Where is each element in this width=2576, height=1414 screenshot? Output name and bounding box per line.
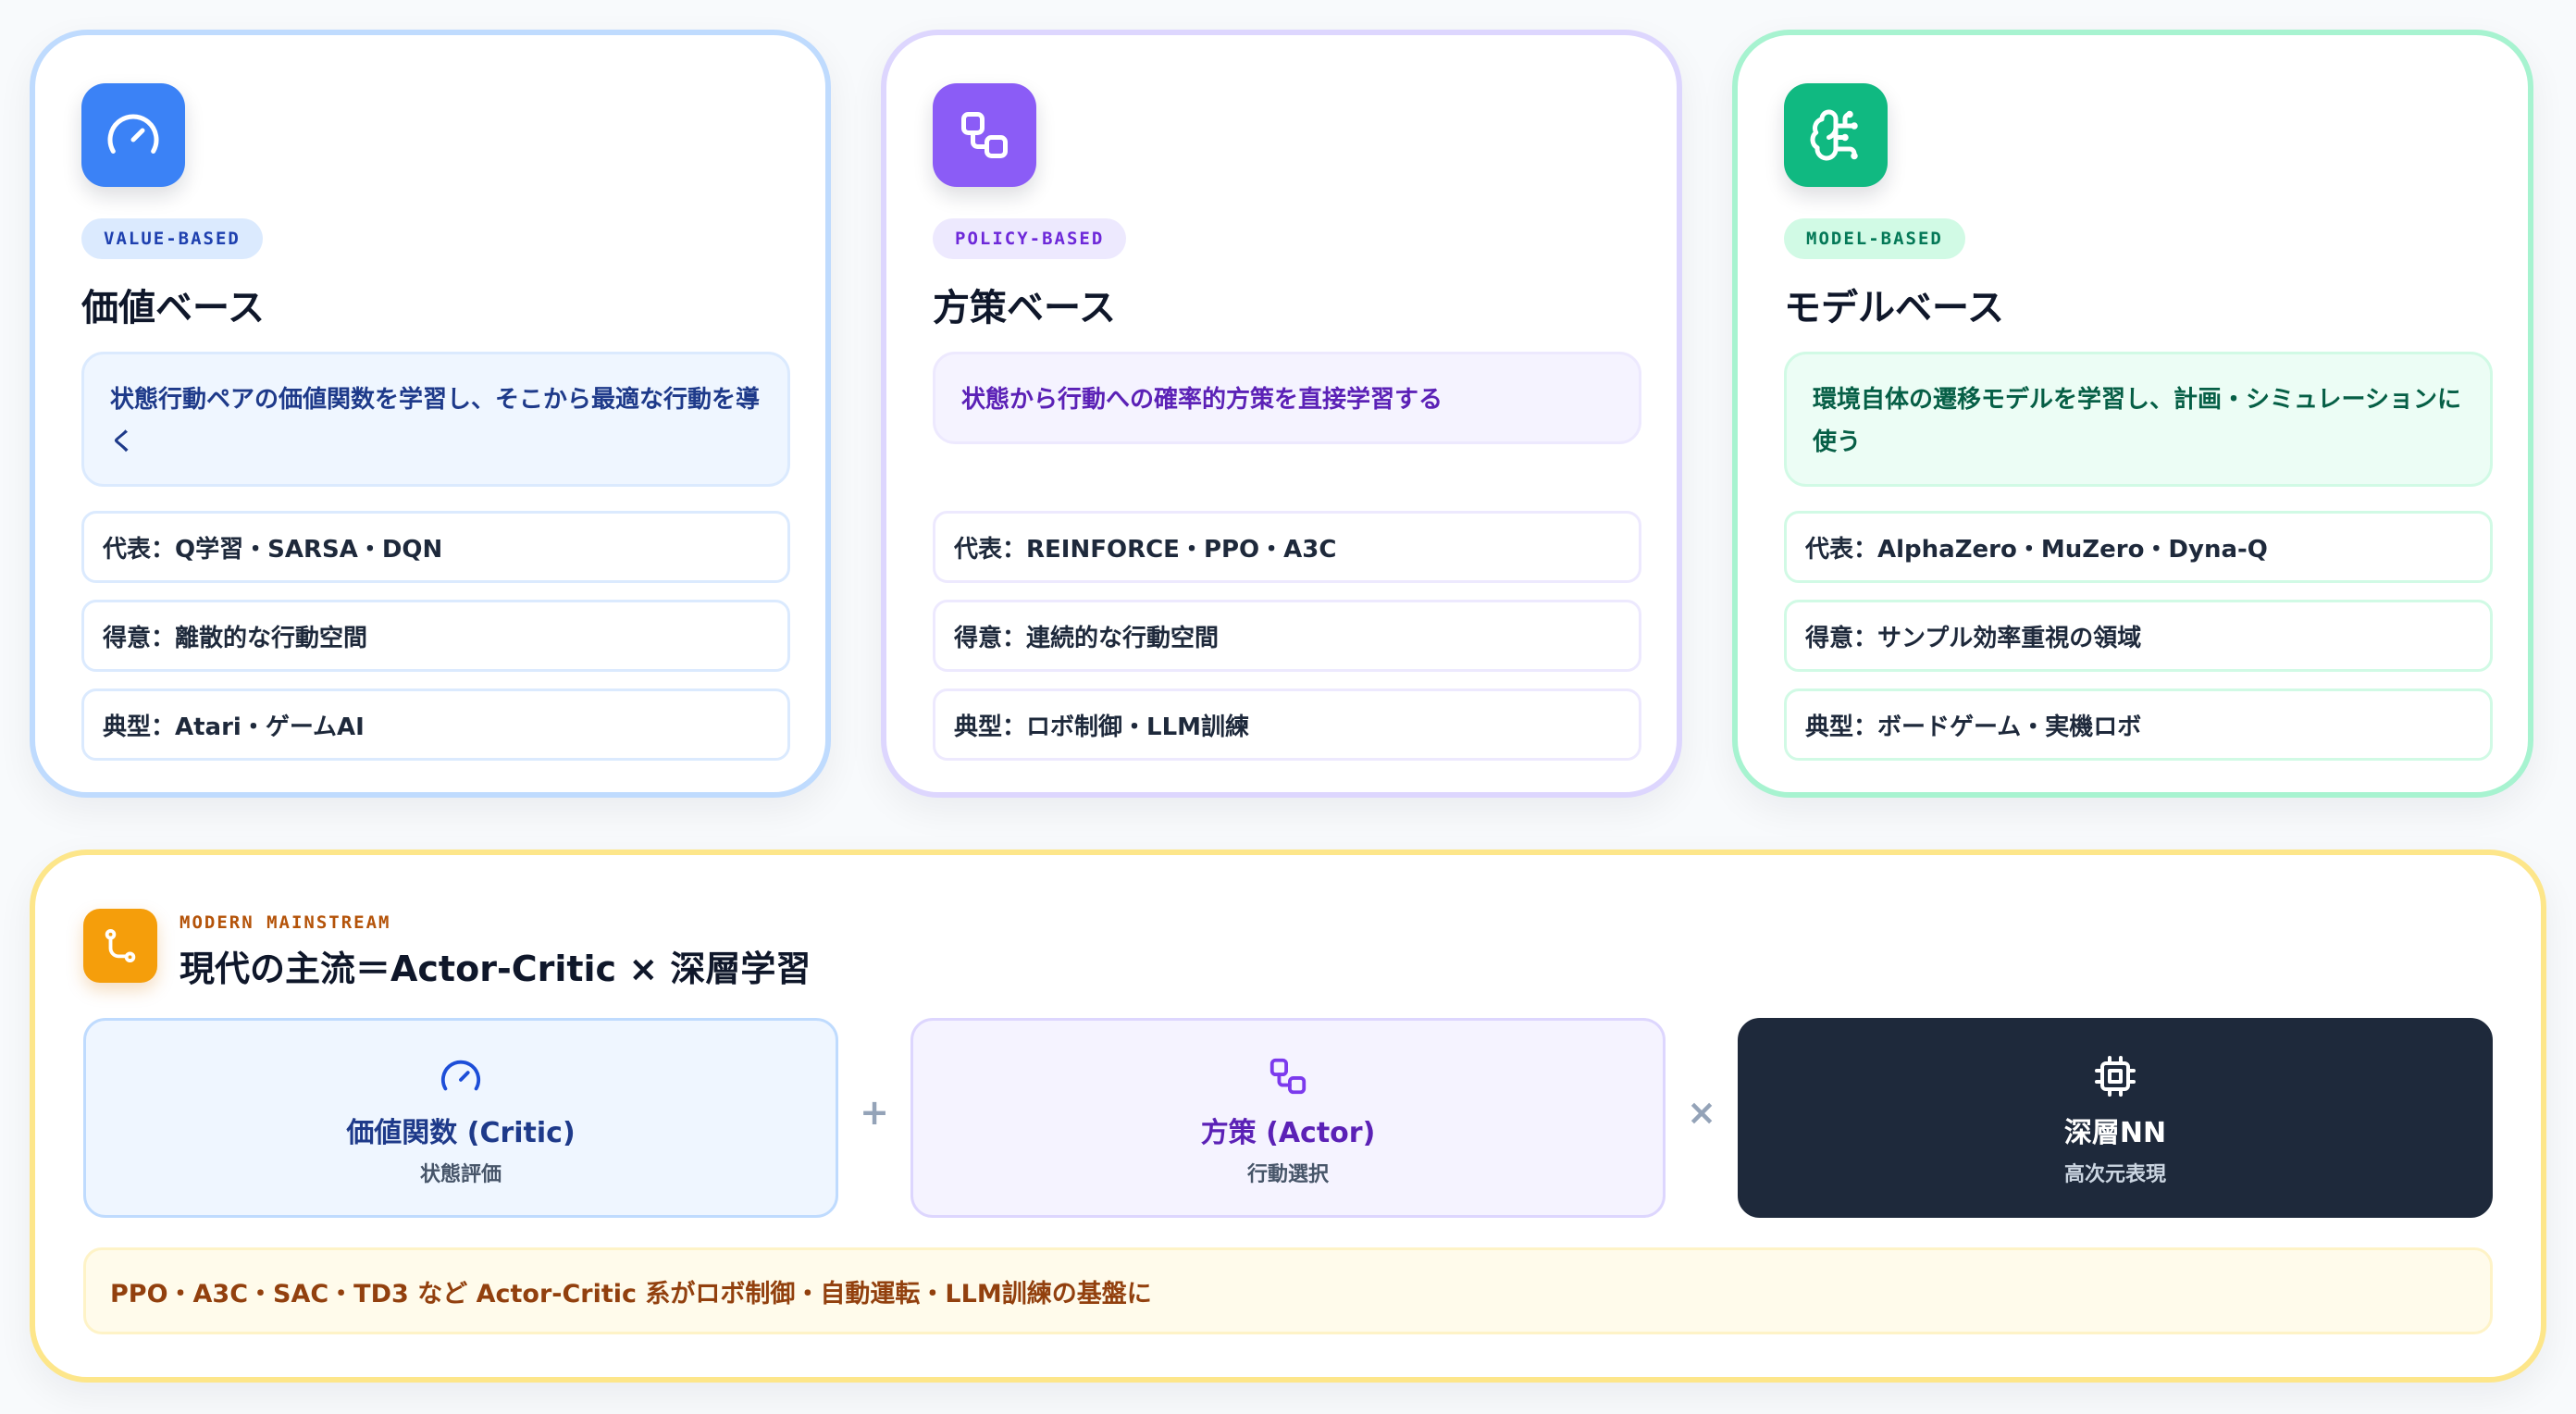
brain-icon: [1784, 83, 1888, 187]
component-sub: 行動選択: [1246, 1163, 1329, 1186]
fact-typical: 典型：Atari・ゲームAI: [81, 688, 790, 761]
fact-typical: 典型：ボードゲーム・実機ロボ: [1784, 688, 2493, 761]
times-operator: ×: [1687, 1092, 1716, 1133]
card-title: モデルベース: [1784, 287, 2004, 329]
cpu-icon: [2093, 1054, 2137, 1098]
card-description: 状態行動ペアの価値関数を学習し、そこから最適な行動を導く: [81, 352, 790, 487]
fact-representative: 代表：AlphaZero・MuZero・Dyna-Q: [1784, 511, 2493, 583]
card-description: 状態から行動への確率的方策を直接学習する: [933, 352, 1641, 444]
fact-strength: 得意：離散的な行動空間: [81, 600, 790, 672]
critic-box: 価値関数 (Critic) 状態評価: [83, 1018, 838, 1218]
mainstream-panel: MODERN MAINSTREAM 現代の主流＝Actor-Critic × 深…: [30, 850, 2546, 1383]
formula-row: 価値関数 (Critic) 状態評価 + 方策 (Actor) 行動選択 × 深…: [83, 1018, 2493, 1218]
card-title: 方策ベース: [933, 287, 1116, 329]
component-sub: 状態評価: [419, 1163, 502, 1186]
deep-nn-box: 深層NN 高次元表現: [1738, 1018, 2493, 1218]
category-tag: POLICY-BASED: [933, 218, 1127, 259]
value-based-card: VALUE-BASED 価値ベース 状態行動ペアの価値関数を学習し、そこから最適…: [30, 30, 831, 798]
category-tag: MODEL-BASED: [1784, 218, 1965, 259]
workflow-icon: [933, 83, 1036, 187]
mainstream-note: PPO・A3C・SAC・TD3 など Actor-Critic 系がロボ制御・自…: [83, 1247, 2493, 1334]
section-title: 現代の主流＝Actor-Critic × 深層学習: [180, 949, 811, 989]
component-sub: 高次元表現: [2063, 1163, 2166, 1186]
fact-representative: 代表：Q学習・SARSA・DQN: [81, 511, 790, 583]
fact-strength: 得意：連続的な行動空間: [933, 600, 1641, 672]
section-eyebrow: MODERN MAINSTREAM: [180, 912, 391, 933]
fact-strength: 得意：サンプル効率重視の領域: [1784, 600, 2493, 672]
fact-list: 代表：AlphaZero・MuZero・Dyna-Q 得意：サンプル効率重視の領…: [1784, 511, 2493, 777]
fact-list: 代表：REINFORCE・PPO・A3C 得意：連続的な行動空間 典型：ロボ制御…: [933, 511, 1641, 777]
fact-list: 代表：Q学習・SARSA・DQN 得意：離散的な行動空間 典型：Atari・ゲー…: [81, 511, 790, 777]
fact-typical: 典型：ロボ制御・LLM訓練: [933, 688, 1641, 761]
component-name: 価値関数 (Critic): [346, 1117, 576, 1149]
fact-representative: 代表：REINFORCE・PPO・A3C: [933, 511, 1641, 583]
git-branch-icon: [83, 909, 157, 983]
gauge-icon: [81, 83, 185, 187]
workflow-icon: [1267, 1054, 1309, 1098]
card-title: 価値ベース: [81, 287, 265, 329]
component-name: 方策 (Actor): [1200, 1117, 1376, 1149]
model-based-card: MODEL-BASED モデルベース 環境自体の遷移モデルを学習し、計画・シミュ…: [1732, 30, 2533, 798]
category-tag: VALUE-BASED: [81, 218, 263, 259]
policy-based-card: POLICY-BASED 方策ベース 状態から行動への確率的方策を直接学習する …: [881, 30, 1682, 798]
actor-box: 方策 (Actor) 行動選択: [910, 1018, 1666, 1218]
gauge-icon: [440, 1054, 482, 1098]
component-name: 深層NN: [2063, 1117, 2167, 1149]
card-description: 環境自体の遷移モデルを学習し、計画・シミュレーションに使う: [1784, 352, 2493, 487]
plus-operator: +: [860, 1092, 889, 1133]
